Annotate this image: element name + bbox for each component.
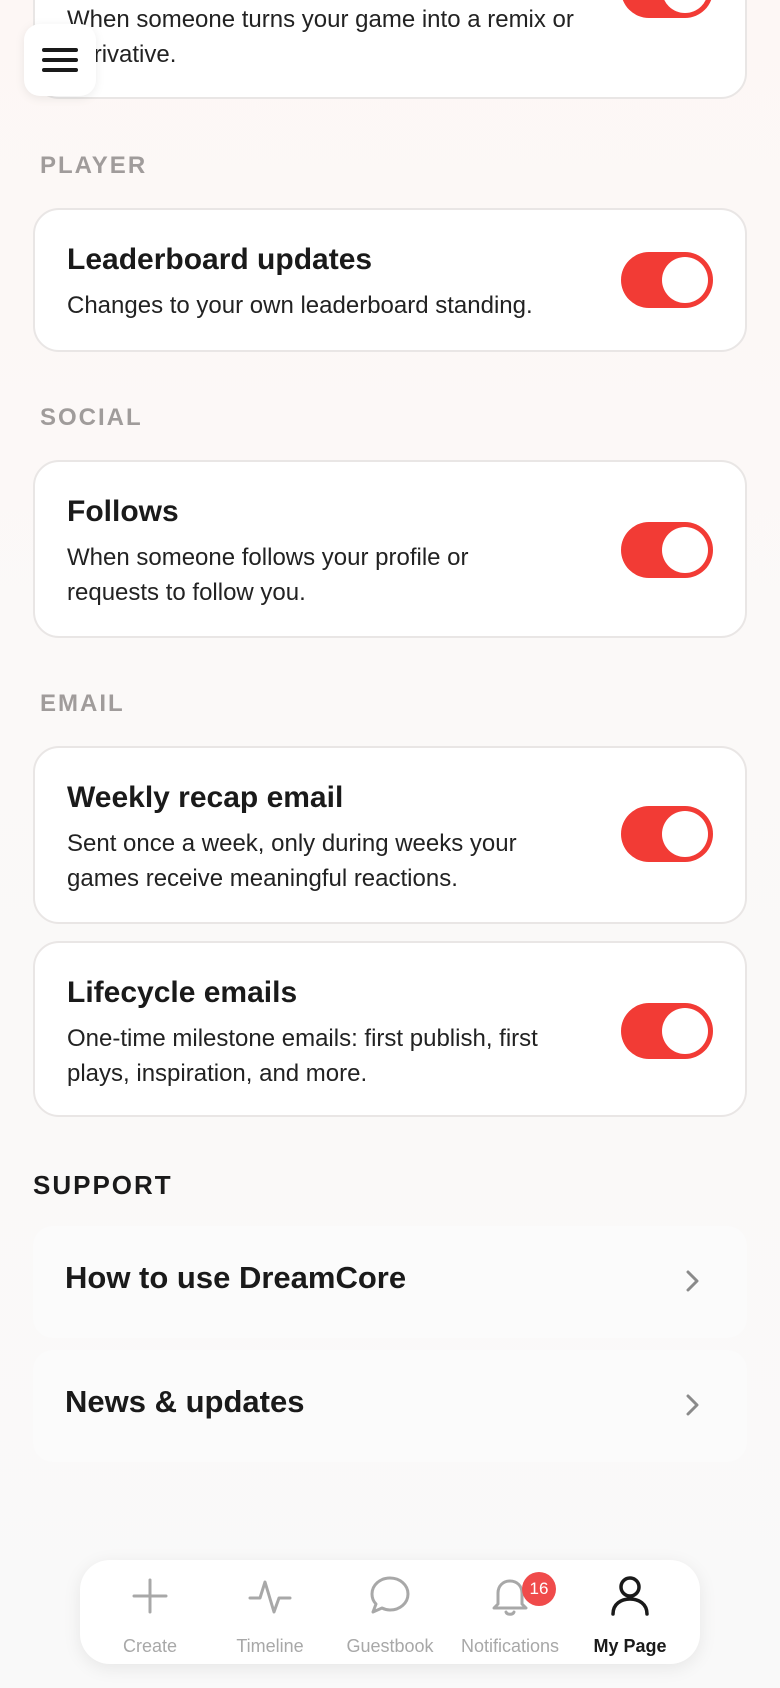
plus-icon (132, 1578, 168, 1614)
tab-notifications-label: Notifications (460, 1636, 560, 1656)
follows-desc: When someone follows your profile or req… (67, 544, 469, 606)
weekly-recap-title: Weekly recap email (67, 781, 344, 814)
how-to-use-link[interactable]: How to use DreamCore (33, 1226, 747, 1338)
tab-timeline-label: Timeline (236, 1636, 304, 1656)
toggle-knob (662, 257, 708, 303)
notifications-badge: 16 (522, 1572, 556, 1606)
chat-bubble-icon (370, 1576, 410, 1614)
weekly-recap-toggle[interactable] (621, 806, 713, 862)
section-label-social: SOCIAL (40, 404, 143, 431)
user-icon (611, 1576, 649, 1616)
tab-my-page-label: My Page (593, 1636, 667, 1656)
chevron-right-icon (686, 1394, 699, 1416)
menu-button[interactable] (24, 24, 96, 96)
weekly-recap-desc: Sent once a week, only during weeks your… (67, 830, 517, 892)
remix-toggle[interactable] (621, 0, 713, 18)
news-updates-link[interactable]: News & updates (33, 1350, 747, 1462)
leaderboard-toggle[interactable] (621, 252, 713, 308)
follows-toggle[interactable] (621, 522, 713, 578)
tab-guestbook[interactable]: Guestbook (330, 1560, 450, 1664)
tab-timeline[interactable]: Timeline (210, 1560, 330, 1664)
toggle-knob (662, 0, 708, 13)
toggle-knob (662, 811, 708, 857)
leaderboard-title: Leaderboard updates (67, 243, 373, 276)
remix-setting-card: When someone turns your game into a remi… (33, 0, 747, 99)
remix-setting-desc: When someone turns your game into a remi… (67, 6, 574, 68)
follows-setting-card: Follows When someone follows your profil… (33, 460, 747, 638)
tab-create-label: Create (122, 1636, 178, 1656)
tab-my-page[interactable]: My Page (570, 1560, 690, 1664)
tab-create[interactable]: Create (90, 1560, 210, 1664)
follows-title: Follows (67, 495, 179, 528)
how-to-use-label: How to use DreamCore (65, 1260, 407, 1295)
activity-icon (248, 1580, 292, 1614)
chevron-right-icon (686, 1270, 699, 1292)
weekly-recap-setting-card: Weekly recap email Sent once a week, onl… (33, 746, 747, 924)
lifecycle-desc: One-time milestone emails: first publish… (67, 1025, 538, 1087)
toggle-knob (662, 527, 708, 573)
news-updates-label: News & updates (65, 1384, 305, 1419)
tab-guestbook-label: Guestbook (346, 1636, 434, 1656)
section-label-support: SUPPORT (33, 1170, 173, 1200)
lifecycle-toggle[interactable] (621, 1003, 713, 1059)
lifecycle-setting-card: Lifecycle emails One-time milestone emai… (33, 941, 747, 1117)
section-label-email: EMAIL (40, 690, 125, 717)
leaderboard-setting-card: Leaderboard updates Changes to your own … (33, 208, 747, 352)
bottom-tab-bar: Create Timeline Guestbook 16 Notificatio… (80, 1560, 700, 1664)
lifecycle-title: Lifecycle emails (67, 976, 298, 1009)
leaderboard-desc: Changes to your own leaderboard standing… (67, 292, 533, 319)
tab-notifications[interactable]: 16 Notifications (450, 1560, 570, 1664)
section-label-player: PLAYER (40, 152, 148, 179)
toggle-knob (662, 1008, 708, 1054)
